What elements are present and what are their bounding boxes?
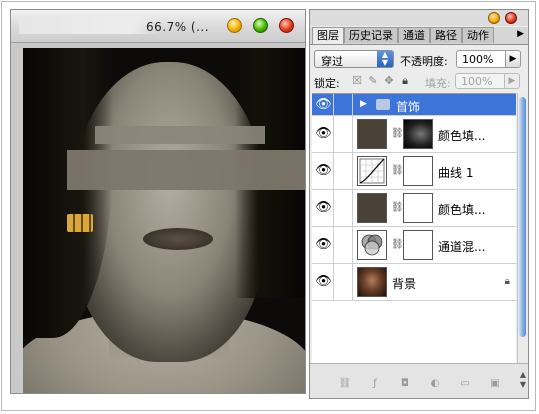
layer-row-channel-mixer[interactable]: 👁︎ ⛓︎ 通道混... <box>312 227 516 264</box>
lock-icon: 🔒︎ <box>504 276 510 287</box>
layer-name: 颜色填... <box>438 129 486 143</box>
blend-mode-value: 穿过 <box>321 55 343 68</box>
layer-mask-thumbnail <box>403 230 433 260</box>
minimize-button[interactable] <box>227 18 242 33</box>
document-title: 66.7% (... <box>146 20 210 34</box>
fill-input[interactable]: 100% <box>455 73 505 89</box>
fill-label: 填充: <box>425 77 451 90</box>
opacity-input[interactable]: 100% <box>456 50 506 68</box>
fill-value: 100% <box>461 75 493 88</box>
add-mask-icon[interactable]: ◘ <box>398 378 412 390</box>
layer-link-toggle[interactable] <box>335 227 353 263</box>
document-window: 66.7% (... <box>10 9 306 394</box>
curves-adjustment-icon <box>357 156 387 186</box>
layer-row-fill-2[interactable]: 👁︎ ⛓︎ 颜色填... <box>312 190 516 227</box>
layer-list-scrollbar[interactable] <box>517 93 528 363</box>
layer-name: 曲线 1 <box>438 166 474 180</box>
lock-row: 锁定: ☒ ✎ ✥ 🔒︎ 填充: 100% ▶ <box>310 72 528 92</box>
photo-earring <box>67 214 93 232</box>
channel-mixer-adjustment-icon <box>357 230 387 260</box>
privacy-blur-eyes <box>67 150 305 190</box>
layer-list: 👁︎ ▶ 首饰 👁︎ ⛓︎ 颜色填... 👁︎ ⛓︎ 曲线 1 👁︎ ⛓︎ 颜色… <box>312 93 516 364</box>
image-canvas[interactable] <box>23 48 305 393</box>
layer-link-toggle[interactable] <box>335 116 353 152</box>
panel-bottom-toolbar: ⛓︎ ƒ ◘ ◐ ▭ ▣ ▲ ▼ <box>310 363 528 398</box>
opacity-label: 不透明度: <box>400 55 448 68</box>
layer-name: 通道混... <box>438 240 486 254</box>
blend-mode-select[interactable]: 穿过 ▲ ▼ <box>314 50 394 68</box>
eye-icon[interactable]: 👁︎ <box>314 264 334 300</box>
tab-channels[interactable]: 通道 <box>398 27 430 43</box>
lock-label: 锁定: <box>314 77 340 90</box>
opacity-dropdown-button[interactable]: ▶ <box>505 50 521 68</box>
opacity-value: 100% <box>462 53 494 66</box>
layer-name: 首饰 <box>396 100 421 114</box>
tab-paths[interactable]: 路径 <box>430 27 462 43</box>
scrollbar-thumb[interactable] <box>519 97 526 337</box>
panel-tabs: 图层 历史记录 通道 路径 动作 ▶ <box>310 27 528 45</box>
layer-mask-thumbnail <box>403 156 433 186</box>
scroll-arrows-icon[interactable]: ▲ ▼ <box>520 370 526 390</box>
lock-transparent-icon[interactable]: ☒ <box>350 74 364 88</box>
eye-icon[interactable]: 👁︎ <box>314 116 334 152</box>
tab-layers[interactable]: 图层 <box>312 27 344 44</box>
panel-close-button[interactable] <box>505 12 517 24</box>
layer-link-toggle[interactable] <box>335 94 353 115</box>
layer-link-toggle[interactable] <box>335 190 353 226</box>
expand-triangle-icon[interactable]: ▶ <box>360 99 367 109</box>
layer-mask-thumbnail <box>403 193 433 223</box>
layer-row-curves[interactable]: 👁︎ ⛓︎ 曲线 1 <box>312 153 516 190</box>
new-layer-icon[interactable]: ▣ <box>488 378 502 390</box>
layer-style-icon[interactable]: ƒ <box>368 378 382 390</box>
layer-row-fill-1[interactable]: 👁︎ ⛓︎ 颜色填... <box>312 116 516 153</box>
eye-icon[interactable]: 👁︎ <box>314 227 334 263</box>
folder-icon <box>376 99 390 110</box>
title-blurred-region <box>19 16 159 34</box>
panel-collapse-button[interactable] <box>488 12 500 24</box>
layers-panel: 图层 历史记录 通道 路径 动作 ▶ 穿过 ▲ ▼ 不透明度: 100% ▶ 锁定… <box>309 9 529 399</box>
layer-name: 颜色填... <box>438 203 486 217</box>
eye-icon[interactable]: 👁︎ <box>314 190 334 226</box>
updown-arrows-icon: ▲ ▼ <box>377 51 393 67</box>
layer-link-toggle[interactable] <box>335 264 353 300</box>
lock-brush-icon[interactable]: ✎ <box>366 74 380 88</box>
lock-move-icon[interactable]: ✥ <box>382 74 396 88</box>
chain-link-icon: ⛓︎ <box>391 202 404 213</box>
eye-icon[interactable]: 👁︎ <box>314 94 334 115</box>
eye-icon[interactable]: 👁︎ <box>314 153 334 189</box>
zoom-button[interactable] <box>253 18 268 33</box>
panel-menu-icon[interactable]: ▶ <box>517 29 524 39</box>
photo-lips <box>143 228 213 250</box>
layer-thumbnail <box>357 193 387 223</box>
chain-link-icon: ⛓︎ <box>391 128 404 139</box>
fill-dropdown-button[interactable]: ▶ <box>504 73 520 89</box>
layer-link-toggle[interactable] <box>335 153 353 189</box>
layer-thumbnail <box>357 119 387 149</box>
close-button[interactable] <box>279 18 294 33</box>
layer-mask-thumbnail <box>403 119 433 149</box>
privacy-blur-forehead <box>95 126 265 144</box>
document-titlebar[interactable]: 66.7% (... <box>11 10 305 43</box>
adjustment-layer-icon[interactable]: ◐ <box>428 378 442 390</box>
layer-row-background[interactable]: 👁︎ 背景 🔒︎ <box>312 264 516 301</box>
lock-all-icon[interactable]: 🔒︎ <box>398 74 412 88</box>
layer-row-group[interactable]: 👁︎ ▶ 首饰 <box>312 94 516 116</box>
layer-name: 背景 <box>392 277 417 291</box>
chain-link-icon: ⛓︎ <box>391 239 404 250</box>
panel-titlebar[interactable] <box>310 10 528 26</box>
new-group-icon[interactable]: ▭ <box>458 378 472 390</box>
tab-history[interactable]: 历史记录 <box>344 27 398 43</box>
layer-thumbnail <box>357 267 387 297</box>
chain-link-icon: ⛓︎ <box>391 165 404 176</box>
link-layers-icon[interactable]: ⛓︎ <box>338 378 352 390</box>
tab-actions[interactable]: 动作 <box>462 27 494 43</box>
